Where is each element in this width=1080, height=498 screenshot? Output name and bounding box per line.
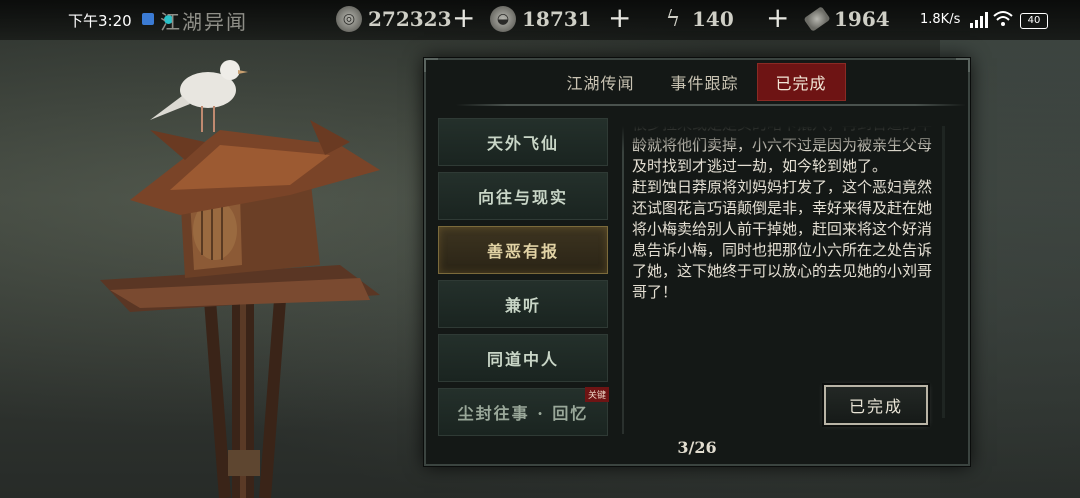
event-list: 天外飞仙 向往与现实 善恶有报 兼听 同道中人 尘封往事 · 回忆 关键 (438, 118, 610, 442)
completed-button[interactable]: 已完成 (824, 385, 928, 425)
resource-energy: ϟ 140 (660, 4, 734, 34)
game-module-title: 江湖异闻 (160, 10, 248, 34)
tab-completed[interactable]: 已完成 (756, 63, 846, 101)
tab-divider (456, 104, 966, 106)
battery-icon: 40 (1020, 13, 1048, 29)
system-time: 下午3:20 (68, 12, 132, 30)
event-item[interactable]: 同道中人 (438, 334, 608, 382)
silver-ingot-icon: ◒ (490, 6, 516, 32)
resource-silver: ◒ 18731 (490, 4, 592, 34)
lightning-icon: ϟ (665, 6, 681, 32)
add-coins-button[interactable]: + (452, 4, 475, 32)
ticket-icon (803, 6, 831, 32)
pigeon-birdhouse-illustration (100, 60, 380, 498)
story-scrollbar[interactable] (942, 126, 945, 418)
event-story-text[interactable]: 很多拉来或是是买的略卡撬穴，再到合适的年龄就将他们卖掉，小六不过是因为被亲生父母… (622, 126, 932, 418)
tab-event-tracking[interactable]: 事件跟踪 (652, 64, 756, 100)
event-item-label: 尘封往事 · 回忆 (457, 404, 589, 423)
resource-coins: ◎ 272323 (336, 4, 452, 34)
event-item[interactable]: 兼听 (438, 280, 608, 328)
key-event-badge: 关键 (584, 387, 609, 402)
event-item[interactable]: 尘封往事 · 回忆 关键 (438, 387, 609, 436)
page-indicator: 3/26 (677, 438, 717, 457)
coin-icon: ◎ (336, 6, 362, 32)
story-top-fade (622, 126, 932, 152)
event-item-selected[interactable]: 善恶有报 (438, 226, 608, 274)
signal-icon (970, 12, 988, 28)
add-energy-button[interactable]: + (766, 4, 789, 32)
notification-app-icon (142, 13, 154, 25)
panel-tabs: 江湖传闻 事件跟踪 已完成 (426, 60, 968, 104)
network-speed: 1.8K/s (920, 12, 961, 27)
story-paragraph: 赶到蚀日莽原将刘妈妈打发了，这个恶妇竟然还试图花言巧语颠倒是非，幸好来得及赶在她… (632, 178, 932, 301)
resource-tickets: 1964 (803, 4, 890, 34)
add-silver-button[interactable]: + (608, 4, 631, 32)
event-item[interactable]: 向往与现实 (438, 172, 608, 220)
wifi-icon (993, 11, 1013, 26)
event-item[interactable]: 天外飞仙 (438, 118, 608, 166)
tab-jianghu-rumors[interactable]: 江湖传闻 (548, 64, 652, 100)
status-bar: 下午3:20 江湖异闻 ◎ 272323 + ◒ 18731 + ϟ 140 +… (0, 0, 1080, 40)
event-log-panel: 江湖传闻 事件跟踪 已完成 天外飞仙 向往与现实 善恶有报 兼听 同道中人 尘封… (424, 58, 970, 466)
